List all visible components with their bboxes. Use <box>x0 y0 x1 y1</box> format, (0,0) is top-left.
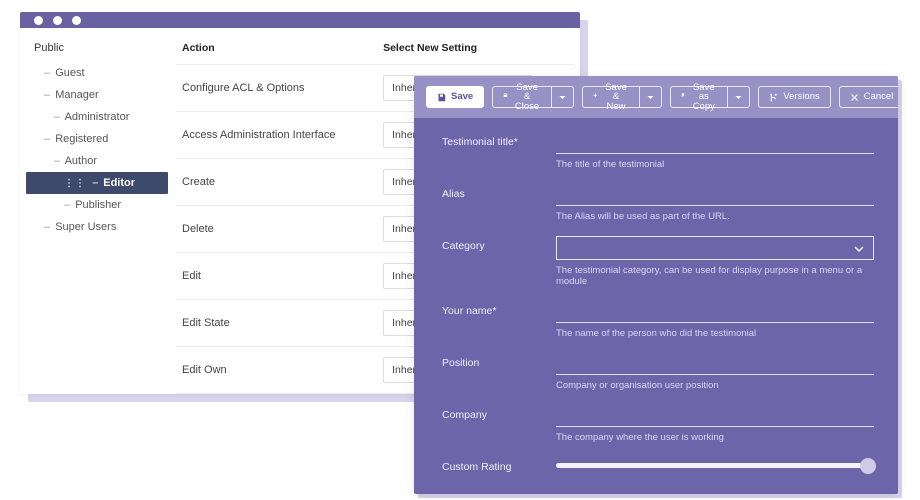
tree-item-label: Manager <box>55 89 98 101</box>
action-cell: Edit Own <box>176 347 377 394</box>
field-label: Custom Rating <box>442 457 542 473</box>
action-cell: Edit State <box>176 300 377 347</box>
field-row-alias: Alias The Alias will be used as part of … <box>442 184 874 222</box>
button-label: Save & Close <box>513 83 542 112</box>
alias-input[interactable] <box>556 184 874 206</box>
versions-icon <box>769 93 778 102</box>
field-row-position: Position Company or organisation user po… <box>442 353 874 391</box>
caret-down-icon <box>646 93 655 102</box>
field-row-rating: Custom Rating <box>442 457 874 473</box>
tree-item-registered[interactable]: – Registered <box>34 128 168 150</box>
save-copy-dropdown[interactable] <box>728 86 750 108</box>
field-label: Testimonial title* <box>442 132 542 148</box>
caret-down-icon <box>734 93 743 102</box>
category-select[interactable] <box>556 236 874 260</box>
window-dot-icon <box>34 16 43 25</box>
field-helper: The title of the testimonial <box>556 159 874 170</box>
chevron-down-icon <box>853 242 865 254</box>
rating-slider[interactable] <box>556 463 874 468</box>
field-label: Alias <box>442 184 542 200</box>
field-label: Company <box>442 405 542 421</box>
name-input[interactable] <box>556 301 874 323</box>
usergroup-tree: Public – Guest – Manager – Administrator… <box>20 28 168 394</box>
field-label: Position <box>442 353 542 369</box>
tree-item-administrator[interactable]: – Administrator <box>34 106 168 128</box>
field-row-name: Your name* The name of the person who di… <box>442 301 874 339</box>
window-dot-icon <box>72 16 81 25</box>
field-helper: The company where the user is working <box>556 432 874 443</box>
plus-icon <box>593 93 598 102</box>
tree-item-super-users[interactable]: – Super Users <box>34 216 168 238</box>
dash-icon: – <box>54 111 60 123</box>
dash-icon: – <box>64 199 70 211</box>
save-close-dropdown[interactable] <box>552 86 574 108</box>
title-input[interactable] <box>556 132 874 154</box>
button-label: Save as Copy <box>690 83 717 112</box>
action-cell: Delete <box>176 206 377 253</box>
action-cell: Configure ACL & Options <box>176 65 377 112</box>
dash-icon: – <box>44 89 50 101</box>
save-button[interactable]: Save <box>426 86 484 108</box>
cancel-button[interactable]: Cancel <box>839 86 898 108</box>
form-body: Testimonial title* The title of the test… <box>414 118 898 494</box>
action-cell: Edit <box>176 253 377 300</box>
tree-item-label: Registered <box>55 133 108 145</box>
tree-item-editor[interactable]: ⋮⋮ – Editor <box>26 172 168 194</box>
button-label: Versions <box>783 92 819 102</box>
tree-item-label: Author <box>65 155 97 167</box>
tree-item-author[interactable]: – Author <box>34 150 168 172</box>
form-toolbar: Save Save & Close Save & New <box>414 76 898 118</box>
button-label: Save & New <box>603 83 629 112</box>
tree-item-publisher[interactable]: – Publisher <box>34 194 168 216</box>
button-label: Cancel <box>864 92 894 102</box>
tree-item-label: Super Users <box>55 221 116 233</box>
testimonial-form-panel: Save Save & Close Save & New <box>414 76 898 494</box>
field-row-company: Company The company where the user is wo… <box>442 405 874 443</box>
field-label: Your name* <box>442 301 542 317</box>
field-row-title: Testimonial title* The title of the test… <box>442 132 874 170</box>
tree-item-label: Guest <box>55 67 84 79</box>
position-input[interactable] <box>556 353 874 375</box>
tree-item-manager[interactable]: – Manager <box>34 84 168 106</box>
action-cell: Access Administration Interface <box>176 112 377 159</box>
col-header-setting: Select New Setting <box>377 28 574 65</box>
dash-icon: – <box>54 155 60 167</box>
save-close-button[interactable]: Save & Close <box>492 86 552 108</box>
window-dot-icon <box>53 16 62 25</box>
tree-item-label: Editor <box>103 177 135 189</box>
button-label: Save <box>451 92 473 102</box>
save-new-dropdown[interactable] <box>640 86 662 108</box>
field-helper: Company or organisation user position <box>556 380 874 391</box>
company-input[interactable] <box>556 405 874 427</box>
save-copy-button[interactable]: Save as Copy <box>670 86 728 108</box>
field-helper: The Alias will be used as part of the UR… <box>556 211 874 222</box>
field-helper: The name of the person who did the testi… <box>556 328 874 339</box>
field-label: Category <box>442 236 542 252</box>
versions-button[interactable]: Versions <box>758 86 830 108</box>
dash-icon: – <box>44 67 50 79</box>
save-icon <box>437 93 446 102</box>
dash-icon: – <box>92 177 98 189</box>
drag-handle-icon: ⋮⋮ <box>64 178 86 189</box>
col-header-action: Action <box>176 28 377 65</box>
field-helper: The testimonial category, can be used fo… <box>556 265 874 287</box>
copy-icon <box>681 93 685 102</box>
dash-icon: – <box>44 221 50 233</box>
save-new-button[interactable]: Save & New <box>582 86 640 108</box>
save-new-group: Save & New <box>582 86 662 108</box>
save-close-group: Save & Close <box>492 86 574 108</box>
tree-root[interactable]: Public <box>34 42 168 54</box>
field-row-category: Category The testimonial category, can b… <box>442 236 874 287</box>
slider-thumb-icon[interactable] <box>860 458 876 474</box>
tree-item-label: Administrator <box>65 111 130 123</box>
save-copy-group: Save as Copy <box>670 86 750 108</box>
window-titlebar <box>20 12 580 28</box>
close-icon <box>850 93 859 102</box>
tree-item-label: Publisher <box>75 199 121 211</box>
action-cell: Create <box>176 159 377 206</box>
tree-item-guest[interactable]: – Guest <box>34 62 168 84</box>
caret-down-icon <box>558 93 567 102</box>
dash-icon: – <box>44 133 50 145</box>
save-icon <box>503 93 508 102</box>
